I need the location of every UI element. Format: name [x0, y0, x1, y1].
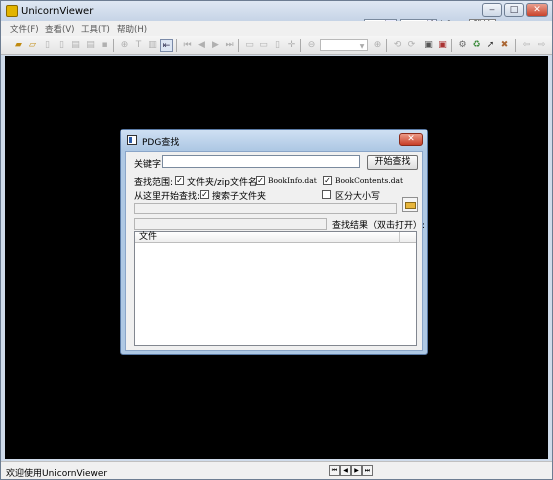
- tools-icon[interactable]: ✖: [498, 39, 511, 52]
- maximize-button[interactable]: □: [504, 3, 524, 17]
- status-bar: 欢迎使用UnicornViewer ⏮ ◀ ▶ ⏭: [1, 461, 552, 479]
- cursor-icon[interactable]: ➚: [484, 39, 497, 52]
- toolbar-divider: [451, 39, 452, 52]
- dialog-close-button[interactable]: ✕: [399, 133, 423, 146]
- recycle-icon[interactable]: ♻: [470, 39, 483, 52]
- case-sensitive-checkbox[interactable]: [322, 190, 331, 199]
- toolbar-divider: [515, 39, 516, 52]
- zoom-select[interactable]: ▼: [320, 39, 368, 51]
- status-next-page-button[interactable]: ▶: [351, 465, 362, 476]
- status-last-page-button[interactable]: ⏭: [362, 465, 373, 476]
- status-first-page-button[interactable]: ⏮: [329, 465, 340, 476]
- fit-page-icon[interactable]: ▥: [146, 39, 159, 52]
- text-select-icon[interactable]: T: [132, 39, 145, 52]
- back-icon[interactable]: ⇦: [520, 39, 533, 52]
- folder-icon: [405, 202, 416, 209]
- forward-icon[interactable]: ⇨: [535, 39, 548, 52]
- menu-file[interactable]: 文件(F): [10, 23, 39, 35]
- zoom-in-icon[interactable]: ⊕: [371, 39, 384, 52]
- status-prev-page-button[interactable]: ◀: [340, 465, 351, 476]
- print-icon[interactable]: ▤: [69, 39, 82, 52]
- scope-folder-label: 文件夹/zip文件名: [187, 178, 257, 188]
- menu-bar: 文件(F) 查看(V) 工具(T) 帮助(H): [1, 21, 552, 36]
- last-page-icon[interactable]: ⏭: [223, 39, 236, 52]
- scope-label: 查找范围:: [134, 178, 174, 188]
- next-page-icon[interactable]: ▶: [209, 39, 222, 52]
- continuous-icon[interactable]: ▯: [271, 39, 284, 52]
- keyword-label: 关键字:: [134, 160, 165, 170]
- title-bar: UnicornViewer ‒ □ ✕ ▼ 0▲▼ / 0 跳转: [1, 1, 552, 33]
- dialog-icon: [127, 135, 137, 145]
- dialog-body: 关键字: 开始查找 查找范围: ✓ 文件夹/zip文件名 ✓ BookInfo.…: [125, 151, 426, 351]
- column-extra[interactable]: [401, 232, 416, 243]
- fit-width-icon[interactable]: ⇤: [160, 39, 173, 52]
- toolbar: ▰ ▱ ▯ ▯ ▤ ▤ ▪ ⊕ T ▥ ⇤ ⏮ ◀ ▶ ⏭ ▭ ▭ ▯ ✛ ⊖ …: [1, 36, 552, 55]
- menu-view[interactable]: 查看(V): [45, 23, 74, 35]
- search-path-input[interactable]: [134, 203, 397, 214]
- rotate-left-icon[interactable]: ⟲: [391, 39, 404, 52]
- minimize-button[interactable]: ‒: [482, 3, 502, 17]
- search-progress-field: [134, 218, 327, 230]
- toolbar-divider: [113, 39, 114, 52]
- page-icon[interactable]: ▯: [41, 39, 54, 52]
- case-sensitive-label: 区分大小写: [335, 192, 381, 202]
- save-icon[interactable]: ▪: [98, 39, 111, 52]
- book-icon[interactable]: ▣: [436, 39, 449, 52]
- subfolders-label: 搜索子文件夹: [212, 192, 267, 202]
- dialog-title-bar: PDG查找 ✕: [121, 130, 427, 150]
- menu-help[interactable]: 帮助(H): [117, 23, 147, 35]
- window-title: UnicornViewer: [21, 6, 94, 17]
- column-file[interactable]: 文件: [135, 232, 400, 243]
- first-page-icon[interactable]: ⏮: [181, 39, 194, 52]
- start-search-button[interactable]: 开始查找: [367, 155, 418, 170]
- close-button[interactable]: ✕: [526, 3, 548, 17]
- scope-folder-checkbox[interactable]: ✓: [175, 176, 184, 185]
- zoom-out-icon[interactable]: ⊖: [305, 39, 318, 52]
- toolbar-divider: [386, 39, 387, 52]
- page2-icon[interactable]: ▯: [55, 39, 68, 52]
- toolbar-divider: [176, 39, 177, 52]
- results-list[interactable]: 文件: [134, 231, 417, 346]
- scope-bookcontents-label: BookContents.dat: [335, 176, 403, 185]
- menu-tools[interactable]: 工具(T): [81, 23, 110, 35]
- scope-bookcontents-checkbox[interactable]: ✓: [323, 176, 332, 185]
- rotate-right-icon[interactable]: ⟳: [405, 39, 418, 52]
- screenshot-icon[interactable]: ▣: [422, 39, 435, 52]
- single-page-icon[interactable]: ▭: [243, 39, 256, 52]
- keyword-input[interactable]: [162, 155, 360, 168]
- browse-folder-button[interactable]: [402, 197, 418, 212]
- double-page-icon[interactable]: ▭: [257, 39, 270, 52]
- toolbar-divider: [238, 39, 239, 52]
- prev-page-icon[interactable]: ◀: [195, 39, 208, 52]
- zoom-icon[interactable]: ⊕: [118, 39, 131, 52]
- unicorn-app-icon: [6, 5, 18, 17]
- pdg-search-dialog: PDG查找 ✕ 关键字: 开始查找 查找范围: ✓ 文件夹/zip文件名 ✓ B…: [120, 129, 428, 355]
- open-folder-icon[interactable]: ▰: [12, 39, 25, 52]
- results-header: 文件: [135, 232, 416, 243]
- subfolders-checkbox[interactable]: ✓: [200, 190, 209, 199]
- chevron-down-icon: ▼: [359, 43, 365, 50]
- open-file-icon[interactable]: ▱: [26, 39, 39, 52]
- status-text: 欢迎使用UnicornViewer: [6, 469, 108, 479]
- results-label: 查找结果（双击打开）:: [332, 221, 426, 231]
- dialog-title: PDG查找: [142, 138, 180, 148]
- start-from-label: 从这里开始查找:: [134, 192, 201, 202]
- toolbar-divider: [300, 39, 301, 52]
- settings-icon[interactable]: ⚙: [456, 39, 469, 52]
- print-setup-icon[interactable]: ▤: [84, 39, 97, 52]
- scope-bookinfo-label: BookInfo.dat: [268, 176, 317, 185]
- move-icon[interactable]: ✛: [285, 39, 298, 52]
- scope-bookinfo-checkbox[interactable]: ✓: [256, 176, 265, 185]
